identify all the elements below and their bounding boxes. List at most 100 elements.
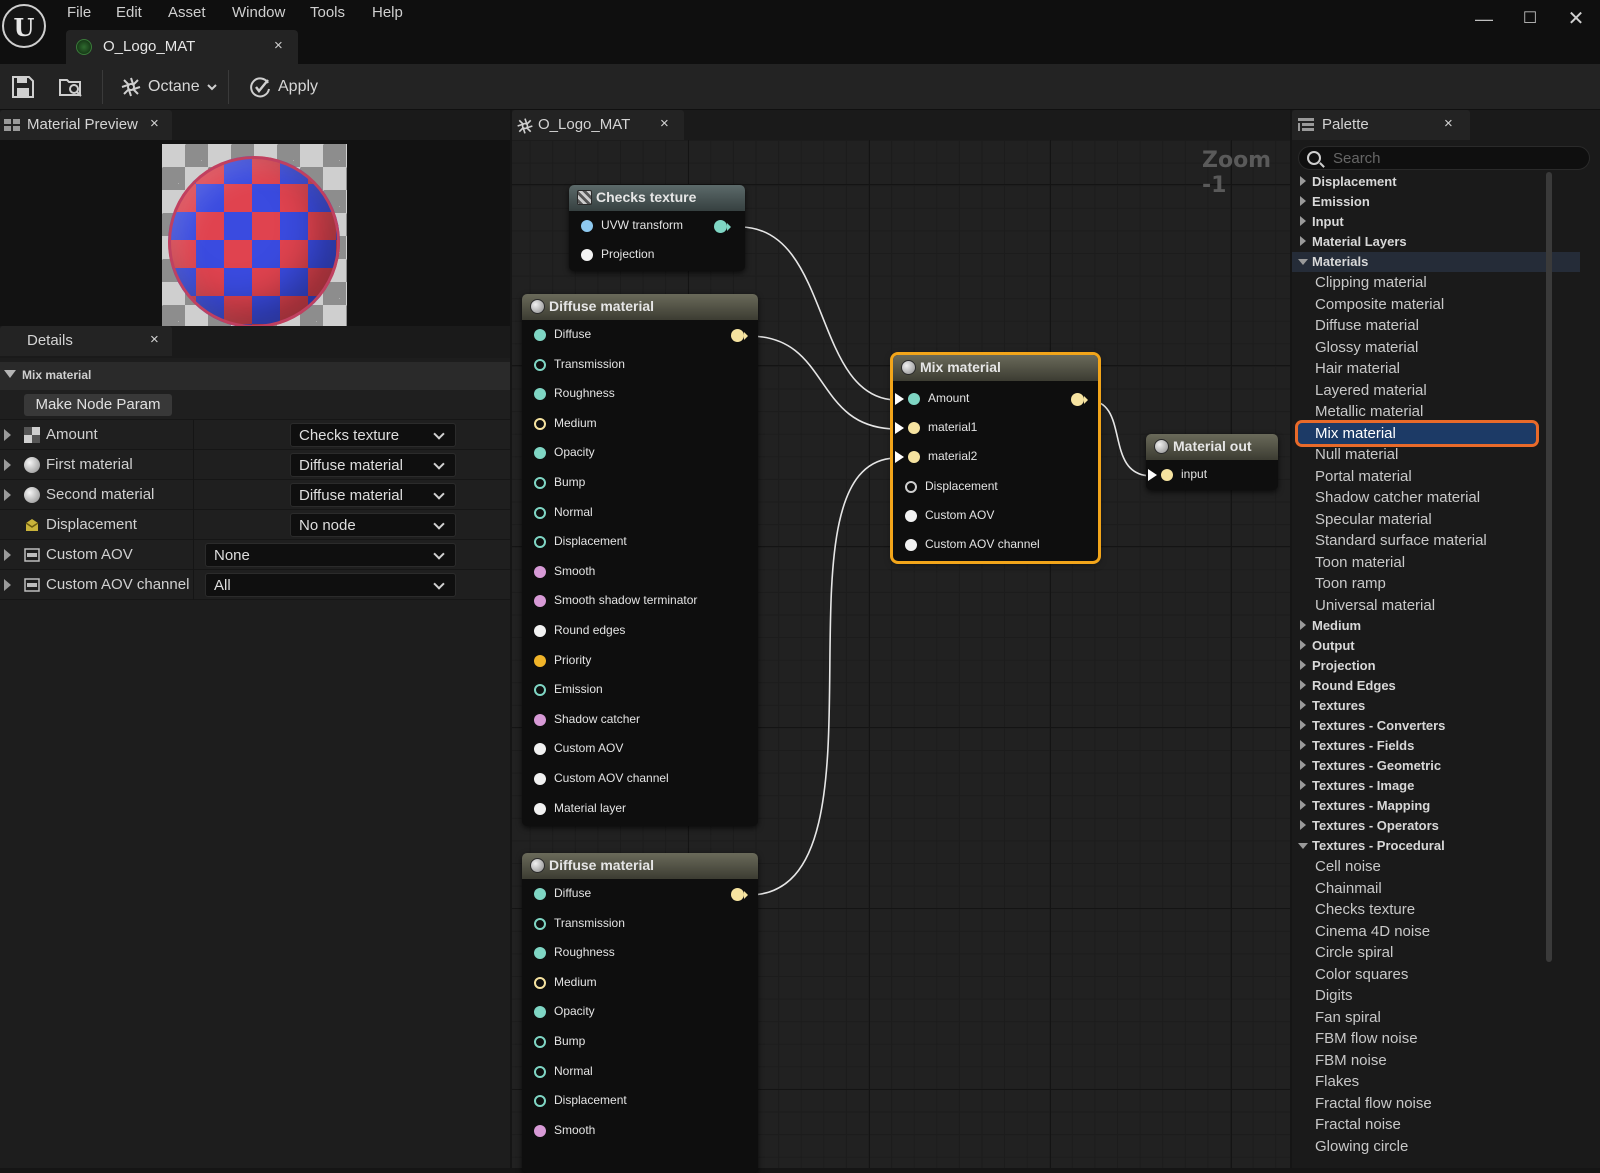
palette-item-checks-texture[interactable]: Checks texture xyxy=(1292,899,1580,920)
palette-item-layered-material[interactable]: Layered material xyxy=(1292,380,1580,401)
details-close-button[interactable]: × xyxy=(150,331,159,348)
mix-output-pin[interactable] xyxy=(1071,393,1088,406)
palette-item-diffuse-material[interactable]: Diffuse material xyxy=(1292,315,1580,336)
palette-close-button[interactable]: × xyxy=(1444,115,1453,132)
palette-category-textures[interactable]: Textures xyxy=(1292,696,1580,716)
palette-category-textures-image[interactable]: Textures - Image xyxy=(1292,776,1580,796)
octane-dropdown-button[interactable]: Octane xyxy=(120,72,218,102)
palette-scrollbar[interactable] xyxy=(1546,172,1552,962)
palette-category-displacement[interactable]: Displacement xyxy=(1292,172,1580,192)
palette-item-color-squares[interactable]: Color squares xyxy=(1292,964,1580,985)
diffuse-material-node-1[interactable]: Diffuse material Diffuse Transmission Roug… xyxy=(522,294,758,826)
palette-item-cell-noise[interactable]: Cell noise xyxy=(1292,856,1580,877)
node-header[interactable]: Material out xyxy=(1146,434,1278,460)
custom-aov-channel-combo[interactable]: All xyxy=(205,573,456,597)
pin-transmission[interactable]: Transmission xyxy=(522,913,758,935)
palette-item-portal-material[interactable]: Portal material xyxy=(1292,466,1580,487)
pin-custom-aov-channel[interactable]: Custom AOV channel xyxy=(893,534,1098,556)
pin-opacity[interactable]: Opacity xyxy=(522,442,758,464)
palette-item-metallic-material[interactable]: Metallic material xyxy=(1292,401,1580,422)
expand-arrow-icon[interactable] xyxy=(4,579,11,591)
tab-palette[interactable]: Palette × xyxy=(1292,110,1470,140)
node-header[interactable]: Diffuse material xyxy=(522,853,758,879)
menu-asset[interactable]: Asset xyxy=(168,4,206,21)
palette-item-glowing-circle[interactable]: Glowing circle xyxy=(1292,1136,1580,1157)
expand-arrow-icon[interactable] xyxy=(4,489,11,501)
pin-custom-aov[interactable]: Custom AOV xyxy=(893,505,1098,527)
palette-category-input[interactable]: Input xyxy=(1292,212,1580,232)
tab-graph[interactable]: O_Logo_MAT × xyxy=(512,110,684,140)
palette-category-round-edges[interactable]: Round Edges xyxy=(1292,676,1580,696)
browse-asset-icon[interactable] xyxy=(58,74,84,100)
menu-edit[interactable]: Edit xyxy=(116,4,142,21)
expand-arrow-icon[interactable] xyxy=(4,459,11,471)
palette-category-textures-operators[interactable]: Textures - Operators xyxy=(1292,816,1580,836)
pin-round-edges[interactable]: Round edges xyxy=(522,620,758,642)
pin-displacement[interactable]: Displacement xyxy=(893,476,1098,498)
asset-tab[interactable]: O_Logo_MAT × xyxy=(66,30,298,64)
palette-item-glossy-material[interactable]: Glossy material xyxy=(1292,337,1580,358)
palette-item-fbm-flow-noise[interactable]: FBM flow noise xyxy=(1292,1028,1580,1049)
apply-button[interactable]: Apply xyxy=(248,72,318,102)
palette-category-textures-geometric[interactable]: Textures - Geometric xyxy=(1292,756,1580,776)
pin-priority[interactable]: Priority xyxy=(522,650,758,672)
palette-item-hair-material[interactable]: Hair material xyxy=(1292,358,1580,379)
palette-item-null-material[interactable]: Null material xyxy=(1292,444,1580,465)
material-preview-close-button[interactable]: × xyxy=(150,115,159,132)
close-window-button[interactable]: ✕ xyxy=(1556,2,1596,36)
details-section-header[interactable]: Mix material xyxy=(0,362,510,390)
menu-window[interactable]: Window xyxy=(232,4,285,21)
expand-arrow-icon[interactable] xyxy=(4,549,11,561)
palette-item-composite-material[interactable]: Composite material xyxy=(1292,294,1580,315)
pin-displacement[interactable]: Displacement xyxy=(522,531,758,553)
pin-custom-aov[interactable]: Custom AOV xyxy=(522,738,758,760)
mix-material-node[interactable]: Mix material Amount material1 material2 … xyxy=(893,355,1098,561)
minimize-button[interactable]: — xyxy=(1464,2,1504,36)
pin-diffuse[interactable]: Diffuse xyxy=(522,324,758,346)
graph-tab-close-button[interactable]: × xyxy=(660,115,669,132)
palette-category-projection[interactable]: Projection xyxy=(1292,656,1580,676)
palette-item-standard-surface-material[interactable]: Standard surface material xyxy=(1292,530,1580,551)
pin-material-layer[interactable]: Material layer xyxy=(522,798,758,820)
asset-tab-close-button[interactable]: × xyxy=(274,37,283,54)
graph-canvas[interactable]: Zoom -1 Checks texture UVW transform Pro… xyxy=(512,140,1290,1173)
palette-category-medium[interactable]: Medium xyxy=(1292,616,1580,636)
save-icon[interactable] xyxy=(10,74,36,100)
node-header[interactable]: Checks texture xyxy=(569,185,745,211)
palette-item-flakes[interactable]: Flakes xyxy=(1292,1071,1580,1092)
pin-material1[interactable]: material1 xyxy=(893,417,1098,439)
palette-category-textures-converters[interactable]: Textures - Converters xyxy=(1292,716,1580,736)
pin-displacement[interactable]: Displacement xyxy=(522,1090,758,1112)
material-preview-viewport[interactable] xyxy=(0,140,510,326)
menu-file[interactable]: File xyxy=(67,4,91,21)
palette-item-fractal-noise[interactable]: Fractal noise xyxy=(1292,1114,1580,1135)
palette-item-chainmail[interactable]: Chainmail xyxy=(1292,878,1580,899)
palette-category-textures-mapping[interactable]: Textures - Mapping xyxy=(1292,796,1580,816)
custom-aov-combo[interactable]: None xyxy=(205,543,456,567)
pin-transmission[interactable]: Transmission xyxy=(522,354,758,376)
pin-smooth[interactable]: Smooth xyxy=(522,561,758,583)
palette-item-specular-material[interactable]: Specular material xyxy=(1292,509,1580,530)
palette-item-circle-spiral[interactable]: Circle spiral xyxy=(1292,942,1580,963)
palette-category-materials[interactable]: Materials xyxy=(1292,252,1580,272)
pin-normal[interactable]: Normal xyxy=(522,502,758,524)
pin-smooth[interactable]: Smooth xyxy=(522,1120,758,1142)
palette-item-fbm-noise[interactable]: FBM noise xyxy=(1292,1050,1580,1071)
palette-category-output[interactable]: Output xyxy=(1292,636,1580,656)
pin-normal[interactable]: Normal xyxy=(522,1061,758,1083)
displacement-combo[interactable]: No node xyxy=(290,513,456,537)
pin-projection[interactable]: Projection xyxy=(569,244,745,266)
tab-material-preview[interactable]: Material Preview × xyxy=(0,110,172,140)
first-material-combo[interactable]: Diffuse material xyxy=(290,453,456,477)
palette-item-cinema-4d-noise[interactable]: Cinema 4D noise xyxy=(1292,921,1580,942)
pin-shadow-catcher[interactable]: Shadow catcher xyxy=(522,709,758,731)
material-out-node[interactable]: Material out input xyxy=(1146,434,1278,490)
checks-output-pin[interactable] xyxy=(714,220,731,233)
node-header[interactable]: Mix material xyxy=(893,355,1098,381)
diffuse-material-node-2[interactable]: Diffuse material Diffuse Transmission Roug… xyxy=(522,853,758,1173)
palette-category-material-layers[interactable]: Material Layers xyxy=(1292,232,1580,252)
pin-medium[interactable]: Medium xyxy=(522,413,758,435)
palette-category-textures-procedural[interactable]: Textures - Procedural xyxy=(1292,836,1580,856)
palette-category-textures-fields[interactable]: Textures - Fields xyxy=(1292,736,1580,756)
pin-amount[interactable]: Amount xyxy=(893,388,1098,410)
